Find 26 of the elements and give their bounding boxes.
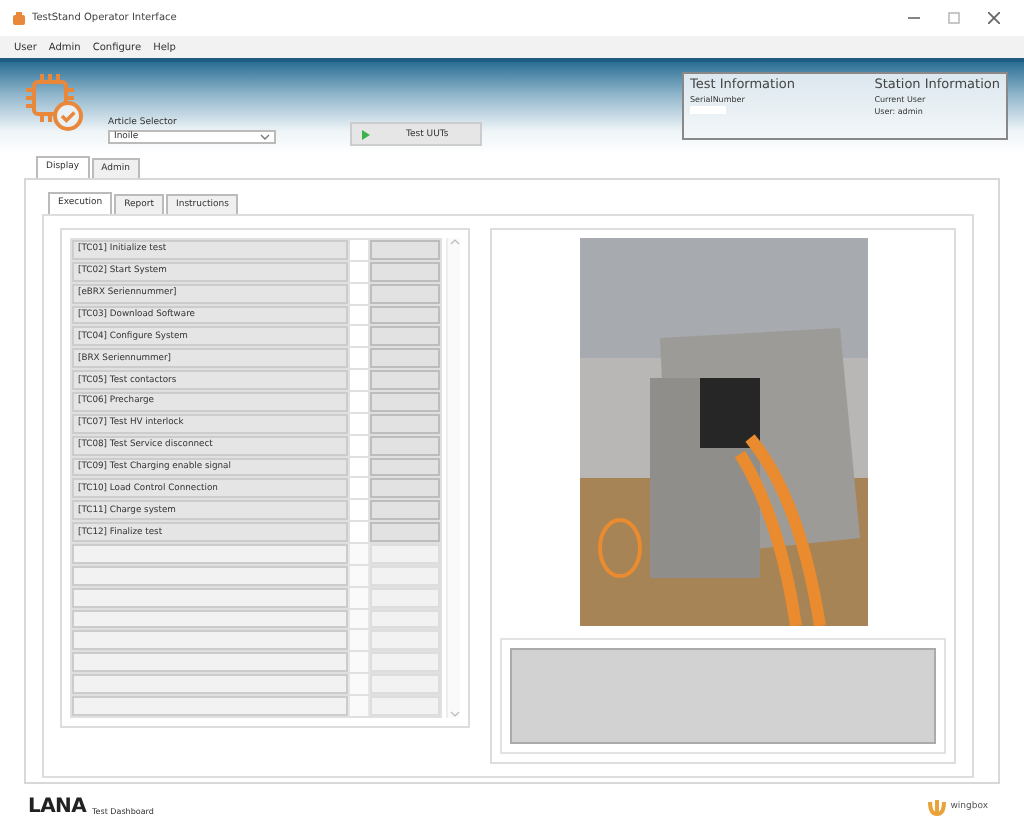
partner-logo-icon — [928, 798, 947, 816]
step-checkbox[interactable] — [350, 413, 368, 434]
step-checkbox[interactable] — [350, 261, 368, 282]
step-checkbox[interactable] — [350, 457, 368, 477]
step-checkbox[interactable] — [350, 326, 368, 347]
step-checkbox[interactable] — [350, 522, 368, 543]
maximize-icon[interactable] — [948, 12, 960, 24]
close-icon[interactable] — [988, 12, 1000, 24]
step-checkbox[interactable] — [350, 500, 368, 521]
scroll-down-icon[interactable] — [449, 710, 459, 718]
step-checkbox[interactable] — [350, 370, 368, 391]
chip-check-icon — [24, 72, 84, 132]
app-icon — [12, 11, 26, 25]
step-checkbox[interactable] — [350, 392, 368, 412]
step-checkbox[interactable] — [350, 283, 368, 304]
scroll-up-icon[interactable] — [449, 238, 459, 246]
step-checkbox[interactable] — [350, 305, 368, 325]
step-checkbox[interactable] — [350, 478, 368, 499]
step-checkbox[interactable] — [350, 348, 368, 369]
minimize-icon[interactable] — [908, 12, 920, 24]
play-icon — [362, 129, 370, 139]
caret-icon — [260, 134, 270, 140]
scrollbar[interactable] — [446, 238, 460, 718]
step-checkbox[interactable] — [350, 240, 368, 260]
brand-logo: LANA — [28, 796, 87, 818]
step-checkbox[interactable] — [350, 435, 368, 456]
